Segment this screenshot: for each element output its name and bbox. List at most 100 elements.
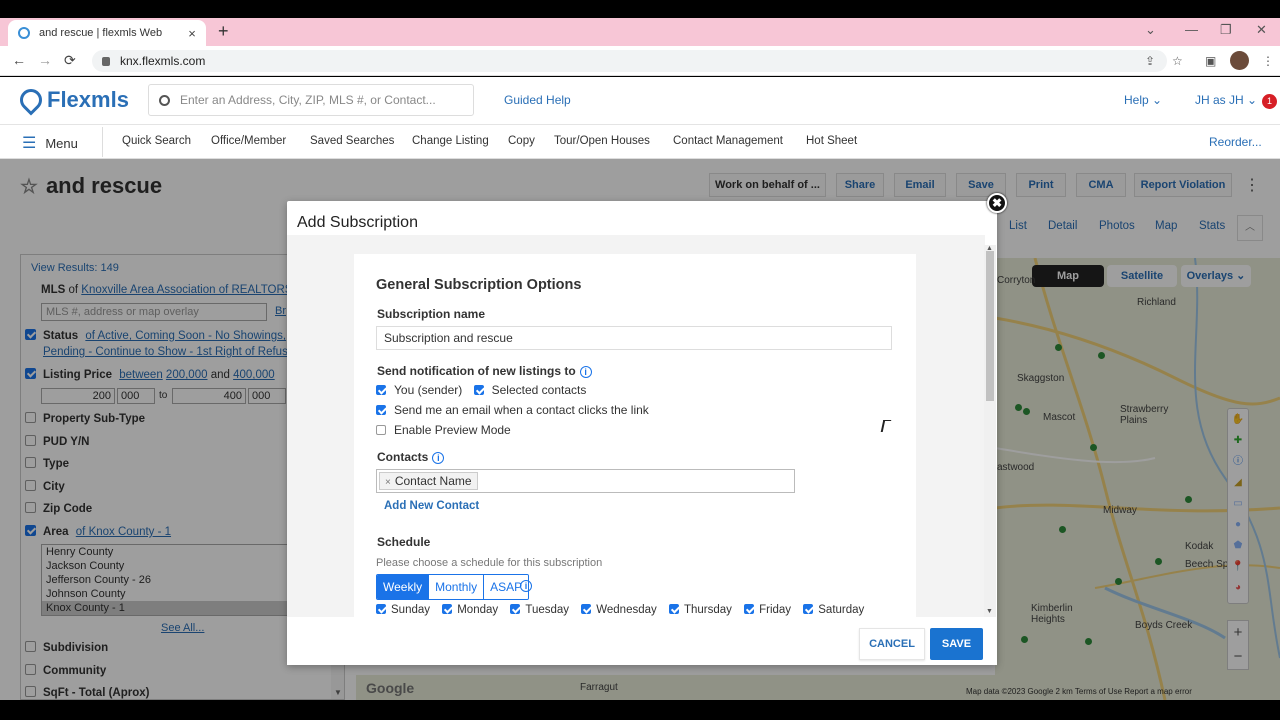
- menu-item-copy[interactable]: Copy: [508, 135, 535, 147]
- selected-contacts-label: Selected contacts: [491, 383, 587, 397]
- subscription-name-label: Subscription name: [377, 307, 486, 321]
- section-title: General Subscription Options: [376, 277, 582, 293]
- bookmark-star-icon[interactable]: ☆: [1172, 54, 1183, 68]
- tab-close-icon[interactable]: ×: [184, 26, 200, 41]
- dialog-title: Add Subscription: [297, 214, 418, 231]
- browser-menu-icon[interactable]: ⋮: [1262, 54, 1274, 68]
- share-page-icon[interactable]: ⇪: [1145, 54, 1155, 68]
- contacts-input[interactable]: × Contact Name: [376, 469, 795, 493]
- lock-icon: [102, 56, 110, 66]
- general-options-card: General Subscription Options Subscriptio…: [354, 254, 916, 617]
- notification-badge[interactable]: 1: [1262, 94, 1277, 109]
- contact-chip[interactable]: × Contact Name: [379, 472, 478, 490]
- help-menu[interactable]: Help ⌄: [1124, 93, 1162, 107]
- info-icon[interactable]: i: [579, 366, 592, 378]
- add-new-contact-link[interactable]: Add New Contact: [384, 500, 479, 512]
- email-on-click-checkbox[interactable]: [376, 405, 386, 415]
- reload-icon[interactable]: ⟳: [64, 52, 76, 69]
- tab-search-icon[interactable]: ⌄: [1145, 22, 1156, 38]
- contacts-label-text: Contacts: [377, 450, 429, 464]
- schedule-weekly-button[interactable]: Weekly: [377, 575, 430, 599]
- dialog-close-icon[interactable]: ✖: [987, 193, 1007, 213]
- scroll-down-icon[interactable]: ▼: [986, 608, 993, 615]
- menu-item-change-listing[interactable]: Change Listing: [412, 135, 489, 147]
- dialog-scrollbar[interactable]: ▲ ▼: [984, 245, 996, 617]
- email-on-click-label: Send me an email when a contact clicks t…: [394, 403, 649, 417]
- window-close-icon[interactable]: ✕: [1256, 22, 1267, 38]
- app-header: Flexmls Enter an Address, City, ZIP, MLS…: [0, 77, 1280, 125]
- url-text: knx.flexmls.com: [120, 54, 206, 68]
- minimize-icon[interactable]: —: [1185, 22, 1198, 37]
- main-menu-bar: ☰ Menu Quick Search Office/Member Saved …: [0, 125, 1280, 159]
- dialog-body: General Subscription Options Subscriptio…: [287, 235, 985, 617]
- menu-item-contact-management[interactable]: Contact Management: [673, 135, 783, 147]
- logo-pin-icon: [15, 84, 47, 116]
- menu-item-hot-sheet[interactable]: Hot Sheet: [806, 135, 857, 147]
- tab-title: and rescue | flexmls Web: [39, 27, 163, 39]
- friday-checkbox[interactable]: [744, 604, 755, 614]
- browser-tab[interactable]: and rescue | flexmls Web ×: [8, 20, 206, 46]
- menu-divider: [102, 127, 103, 157]
- menu-button[interactable]: ☰ Menu: [22, 133, 78, 153]
- menu-item-quick-search[interactable]: Quick Search: [122, 135, 191, 147]
- user-menu[interactable]: JH as JH ⌄: [1195, 93, 1257, 107]
- save-button[interactable]: SAVE: [930, 628, 983, 660]
- search-icon: [159, 94, 170, 106]
- thursday-checkbox[interactable]: [668, 604, 679, 614]
- sunday-checkbox[interactable]: [376, 604, 386, 614]
- side-panel-icon[interactable]: ▣: [1205, 54, 1216, 68]
- schedule-selector: Weekly Monthly ASAP: [376, 574, 530, 600]
- notify-label: Send notification of new listings to i: [377, 364, 592, 378]
- scrollbar-thumb[interactable]: [986, 251, 994, 401]
- notify-options-row: You (sender) Selected contacts: [376, 383, 586, 397]
- day-label: Saturday: [818, 604, 865, 616]
- cancel-button[interactable]: CANCEL: [859, 628, 925, 660]
- logo-text: Flexmls: [47, 87, 129, 112]
- search-placeholder: Enter an Address, City, ZIP, MLS #, or C…: [180, 93, 436, 107]
- day-label: Monday: [457, 604, 499, 616]
- you-sender-label: You (sender): [394, 383, 463, 397]
- monday-checkbox[interactable]: [442, 604, 453, 614]
- profile-avatar[interactable]: [1230, 51, 1249, 70]
- menu-item-office-member[interactable]: Office/Member: [211, 135, 286, 147]
- schedule-hint: Please choose a schedule for this subscr…: [376, 557, 603, 569]
- forward-icon[interactable]: →: [38, 52, 52, 68]
- screen: and rescue | flexmls Web × + ⌄ — ❐ ✕ ← →…: [0, 0, 1280, 720]
- wednesday-checkbox[interactable]: [581, 604, 592, 614]
- back-icon[interactable]: ←: [12, 52, 26, 68]
- guided-help-link[interactable]: Guided Help: [504, 93, 571, 107]
- menu-item-saved-searches[interactable]: Saved Searches: [310, 135, 394, 147]
- url-field[interactable]: knx.flexmls.com: [92, 50, 1167, 72]
- tuesday-checkbox[interactable]: [510, 604, 521, 614]
- scroll-up-icon[interactable]: ▲: [986, 245, 993, 252]
- menu-item-tour-open-houses[interactable]: Tour/Open Houses: [554, 135, 650, 147]
- contact-chip-label: Contact Name: [394, 474, 472, 488]
- hamburger-icon: ☰: [22, 135, 37, 152]
- day-label: Friday: [759, 604, 792, 616]
- weekday-checkboxes: Sunday Monday Tuesday Wednesday Thursday…: [376, 604, 873, 616]
- email-on-click-option[interactable]: Send me an email when a contact clicks t…: [376, 403, 649, 417]
- day-label: Wednesday: [596, 604, 657, 616]
- preview-mode-checkbox[interactable]: [376, 425, 386, 435]
- add-subscription-dialog: Add Subscription ✖ General Subscription …: [287, 193, 1007, 665]
- new-tab-icon[interactable]: +: [218, 21, 229, 42]
- browser-tab-bar: and rescue | flexmls Web × + ⌄ — ❐ ✕: [0, 18, 1280, 46]
- preview-mode-label: Enable Preview Mode: [394, 423, 511, 437]
- global-search-input[interactable]: Enter an Address, City, ZIP, MLS #, or C…: [148, 84, 474, 116]
- reorder-link[interactable]: Reorder...: [1209, 135, 1262, 149]
- day-label: Thursday: [683, 604, 732, 616]
- flexmls-favicon-icon: [18, 27, 30, 39]
- browser-address-bar: ← → ⟳ knx.flexmls.com ⇪ ☆ ▣ ⋮: [0, 46, 1280, 76]
- subscription-name-input[interactable]: Subscription and rescue: [376, 326, 892, 350]
- selected-contacts-checkbox[interactable]: [473, 385, 484, 395]
- you-sender-checkbox[interactable]: [376, 385, 386, 395]
- flexmls-logo[interactable]: Flexmls: [15, 84, 129, 116]
- saturday-checkbox[interactable]: [803, 604, 814, 614]
- info-icon[interactable]: i: [432, 452, 445, 464]
- preview-mode-option[interactable]: Enable Preview Mode: [376, 423, 511, 437]
- menu-label: Menu: [45, 135, 78, 151]
- info-icon[interactable]: i: [520, 580, 532, 592]
- maximize-icon[interactable]: ❐: [1220, 22, 1232, 38]
- remove-chip-icon[interactable]: ×: [385, 477, 391, 488]
- schedule-monthly-button[interactable]: Monthly: [429, 575, 485, 599]
